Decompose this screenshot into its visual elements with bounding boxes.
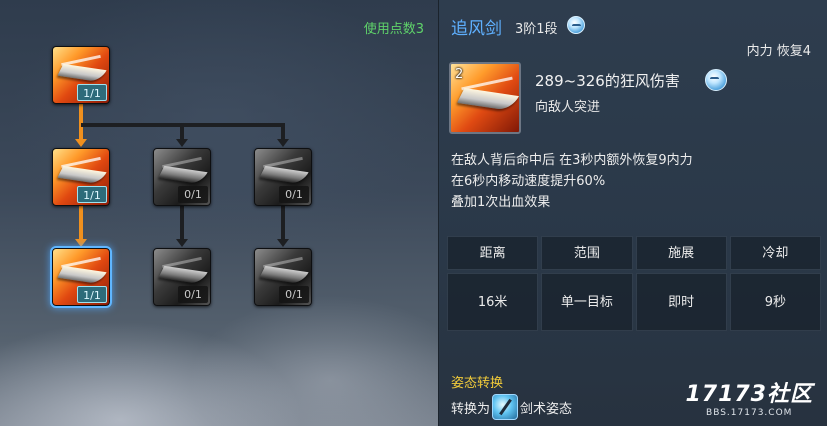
watermark-logo: 17173社区	[685, 382, 813, 407]
site-watermark: 17173社区 BBS.17173.COM	[685, 376, 813, 418]
skill-description: 向敌人突进	[535, 100, 601, 115]
sword-slash-icon	[259, 165, 309, 185]
sword-slash-icon	[57, 63, 107, 83]
skill-effects: 在敌人背后命中后 在3秒内额外恢复9内力 在6秒内移动速度提升60% 叠加1次出…	[451, 150, 693, 213]
skill-node-tier2-middle[interactable]: 0/1	[153, 148, 211, 206]
sword-stance-icon	[492, 394, 519, 420]
sword-slash-icon	[158, 265, 208, 285]
skill-node-tier3-middle[interactable]: 0/1	[153, 248, 211, 306]
skill-icon: 2	[449, 62, 521, 134]
tree-branch-connector	[281, 206, 285, 240]
skill-detail-panel: 追风剑 3阶1段 内力 恢复4 2 289~326的狂风伤害 向敌人突进 在敌人…	[438, 0, 827, 426]
stance-prefix: 转换为	[451, 401, 491, 417]
stat-header-cast: 施展	[635, 236, 727, 270]
skill-node-tier2-right[interactable]: 0/1	[254, 148, 312, 206]
skill-rank-badge: 0/1	[279, 286, 309, 303]
stat-header-area: 范围	[541, 236, 633, 270]
skill-effect-line: 在6秒内移动速度提升60%	[451, 174, 606, 189]
skill-node-root[interactable]: 1/1	[52, 46, 110, 104]
resource-recovery: 内力 恢复4	[746, 44, 811, 59]
skill-rank-badge: 0/1	[178, 286, 208, 303]
tree-branch-arrow	[176, 139, 188, 147]
sword-slash-icon	[57, 265, 107, 285]
skill-rank-badge: 0/1	[279, 186, 309, 203]
skill-icon-level: 2	[455, 67, 464, 82]
sword-slash-icon	[259, 265, 309, 285]
watermark-url: BBS.17173.COM	[706, 408, 793, 418]
skill-effect-line: 叠加1次出血效果	[451, 195, 551, 210]
stance-name: 剑术姿态	[520, 401, 573, 417]
skill-effect-line: 在敌人背后命中后 在3秒内额外恢复9内力	[451, 153, 693, 168]
tree-branch-connector	[180, 206, 184, 240]
sword-slash-icon	[158, 165, 208, 185]
skill-window: 使用点数3 1/1 1/1 0/1 0/1 1/1 0/1 0/1 追风剑 3阶…	[0, 0, 827, 426]
tree-path-connector	[79, 104, 83, 140]
sword-slash-icon	[457, 88, 519, 111]
stance-change-line: 转换为 剑术姿态	[451, 394, 572, 420]
stance-change-title: 姿态转换	[451, 376, 504, 391]
tree-branch-arrow	[176, 239, 188, 247]
skill-rank-badge: 1/1	[77, 286, 107, 303]
points-used-label: 使用点数3	[363, 22, 424, 37]
tree-path-arrow	[75, 139, 87, 147]
skill-tier: 3阶1段	[515, 22, 558, 37]
skill-damage: 289~326的狂风伤害	[535, 72, 680, 90]
stat-value-cast: 即时	[635, 273, 727, 331]
skill-rank-badge: 1/1	[77, 84, 107, 101]
tree-path-arrow	[75, 239, 87, 247]
wind-element-icon	[567, 16, 585, 34]
skill-name: 追风剑	[451, 19, 502, 39]
tree-path-connector	[79, 206, 83, 240]
sword-slash-icon	[57, 165, 107, 185]
stat-header-cooldown: 冷却	[729, 236, 821, 270]
skill-tree-panel: 使用点数3 1/1 1/1 0/1 0/1 1/1 0/1 0/1	[0, 0, 438, 426]
stat-value-cooldown: 9秒	[729, 273, 821, 331]
skill-rank-badge: 1/1	[77, 186, 107, 203]
stat-value-range: 16米	[447, 273, 539, 331]
skill-rank-badge: 0/1	[178, 186, 208, 203]
stat-value-area: 单一目标	[541, 273, 633, 331]
skill-node-tier2-left[interactable]: 1/1	[52, 148, 110, 206]
tree-branch-arrow	[277, 139, 289, 147]
tree-branch-arrow	[277, 239, 289, 247]
wind-element-icon	[705, 69, 727, 91]
stat-header-range: 距离	[447, 236, 539, 270]
skill-node-tier3-right[interactable]: 0/1	[254, 248, 312, 306]
skill-stats-table: 距离 范围 施展 冷却 16米 单一目标 即时 9秒	[447, 236, 821, 331]
skill-node-tier3-left[interactable]: 1/1	[50, 246, 112, 308]
